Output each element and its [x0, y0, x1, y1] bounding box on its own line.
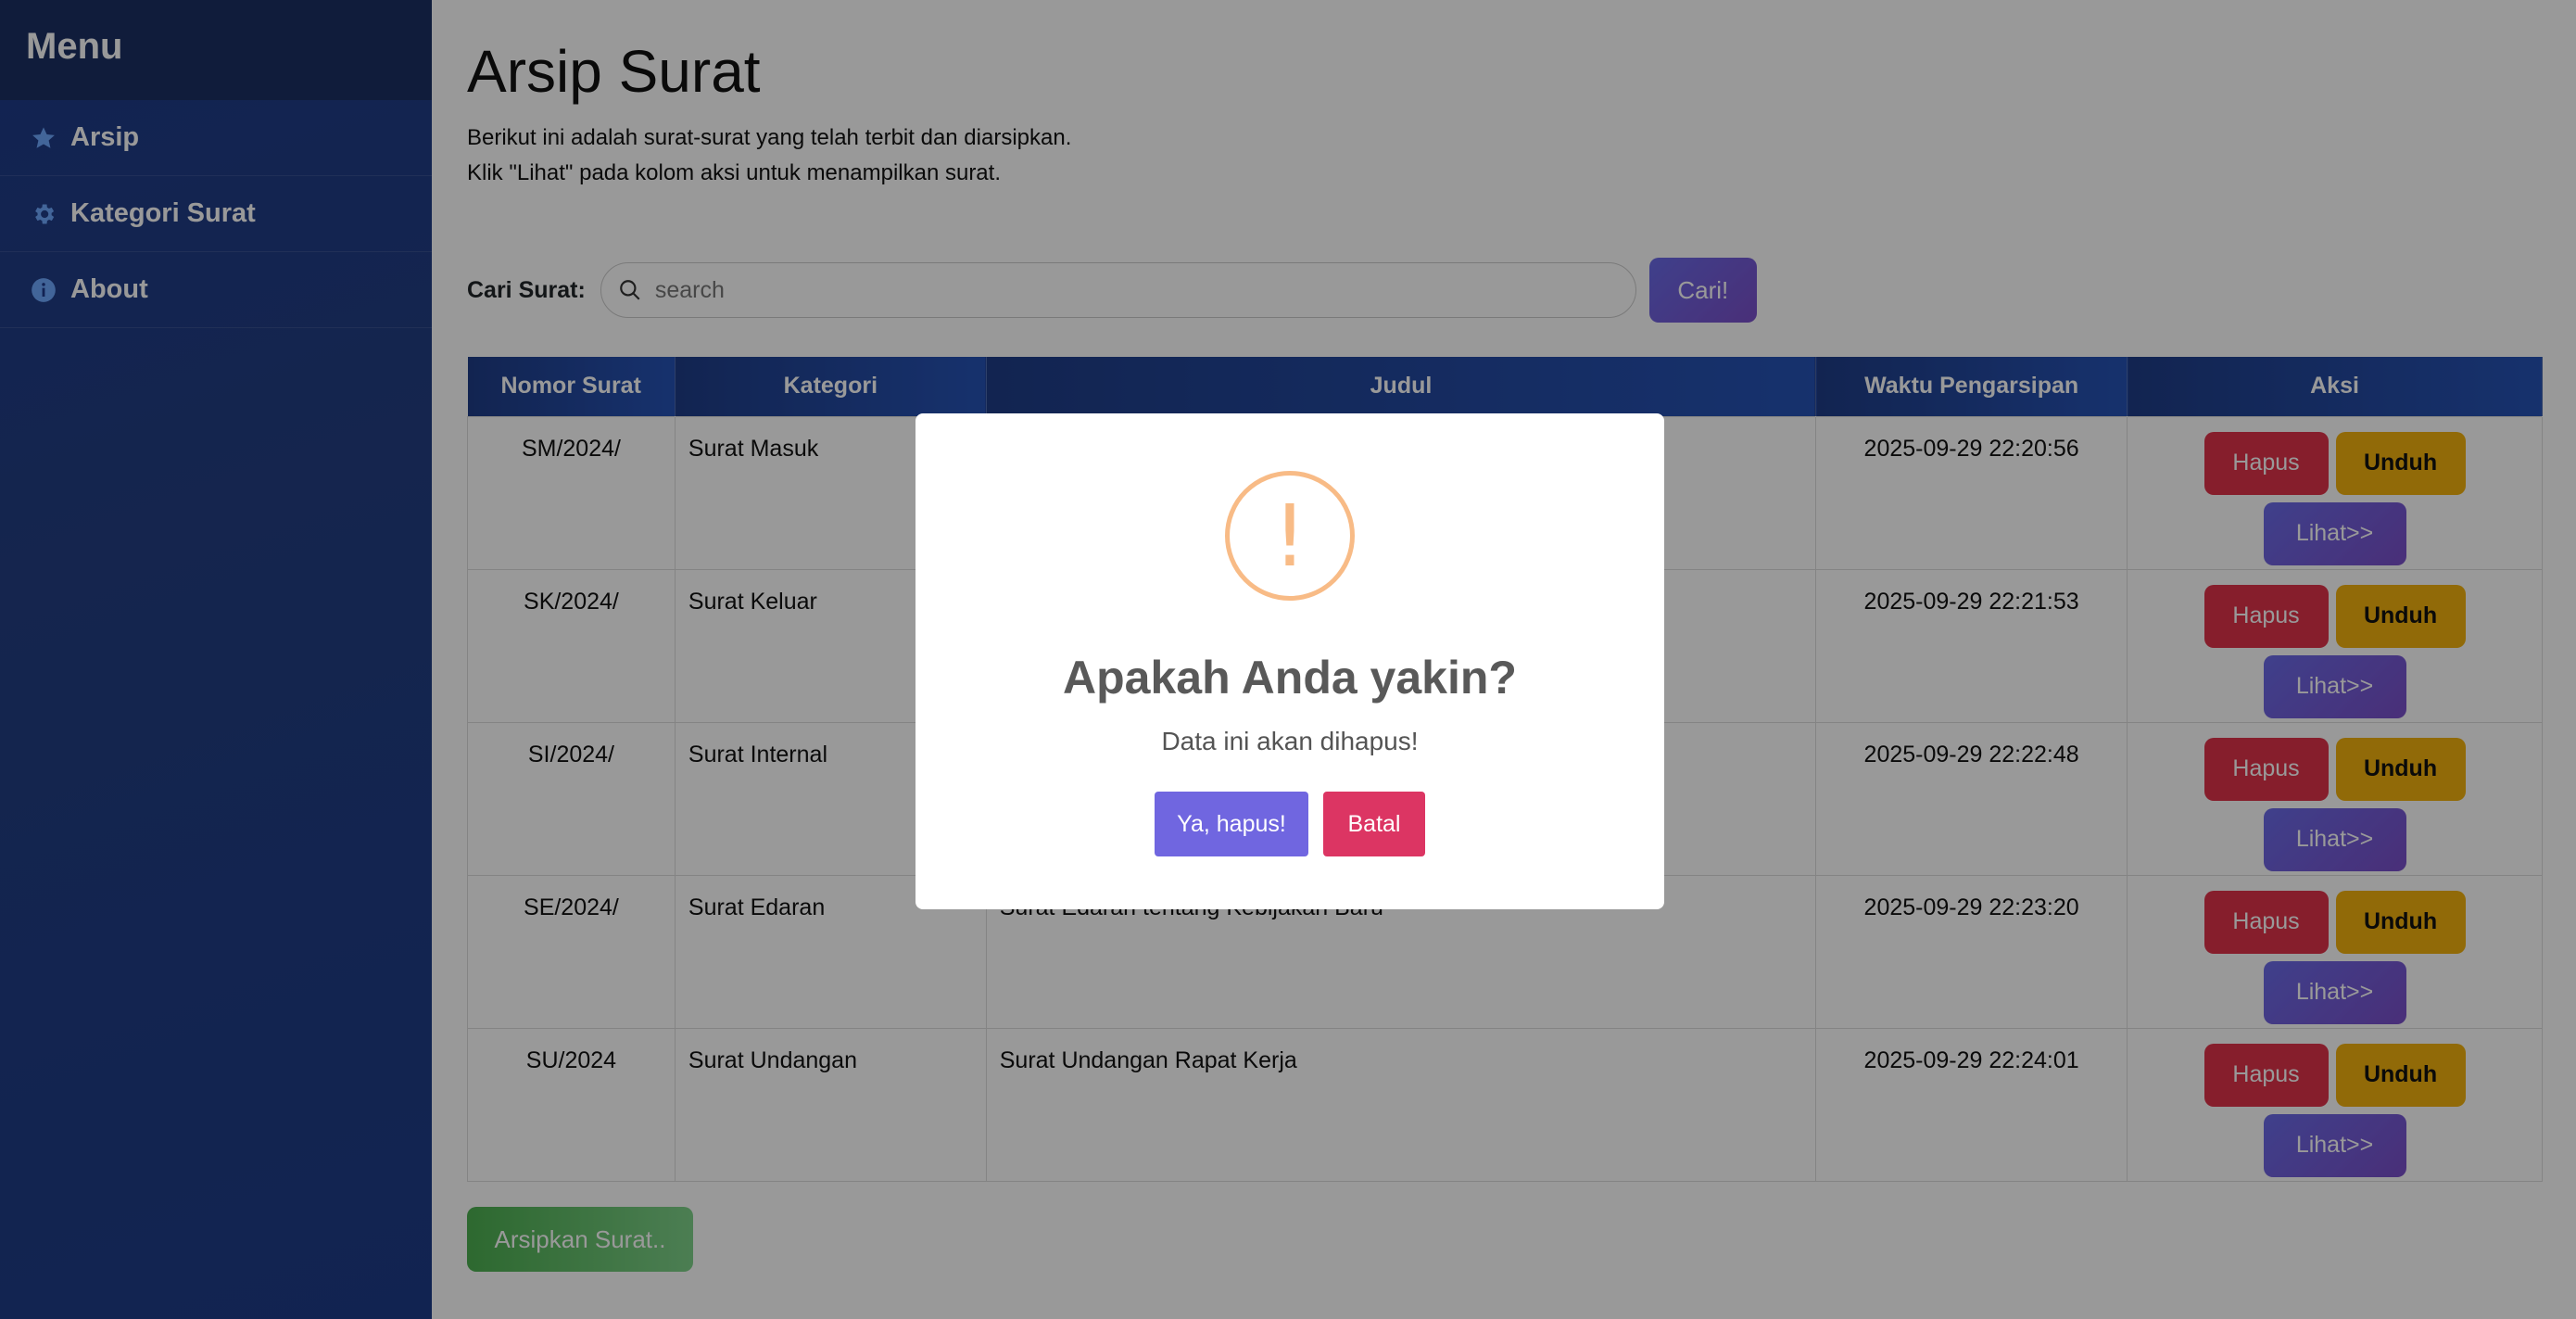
confirm-dialog: ! Apakah Anda yakin? Data ini akan dihap… [915, 413, 1664, 909]
cancel-button[interactable]: Batal [1323, 792, 1425, 856]
dialog-title: Apakah Anda yakin? [1063, 652, 1517, 704]
dialog-text: Data ini akan dihapus! [1161, 727, 1419, 755]
dialog-actions: Ya, hapus! Batal [915, 792, 1664, 856]
confirm-delete-button[interactable]: Ya, hapus! [1155, 792, 1308, 856]
warning-icon: ! [1225, 471, 1355, 601]
